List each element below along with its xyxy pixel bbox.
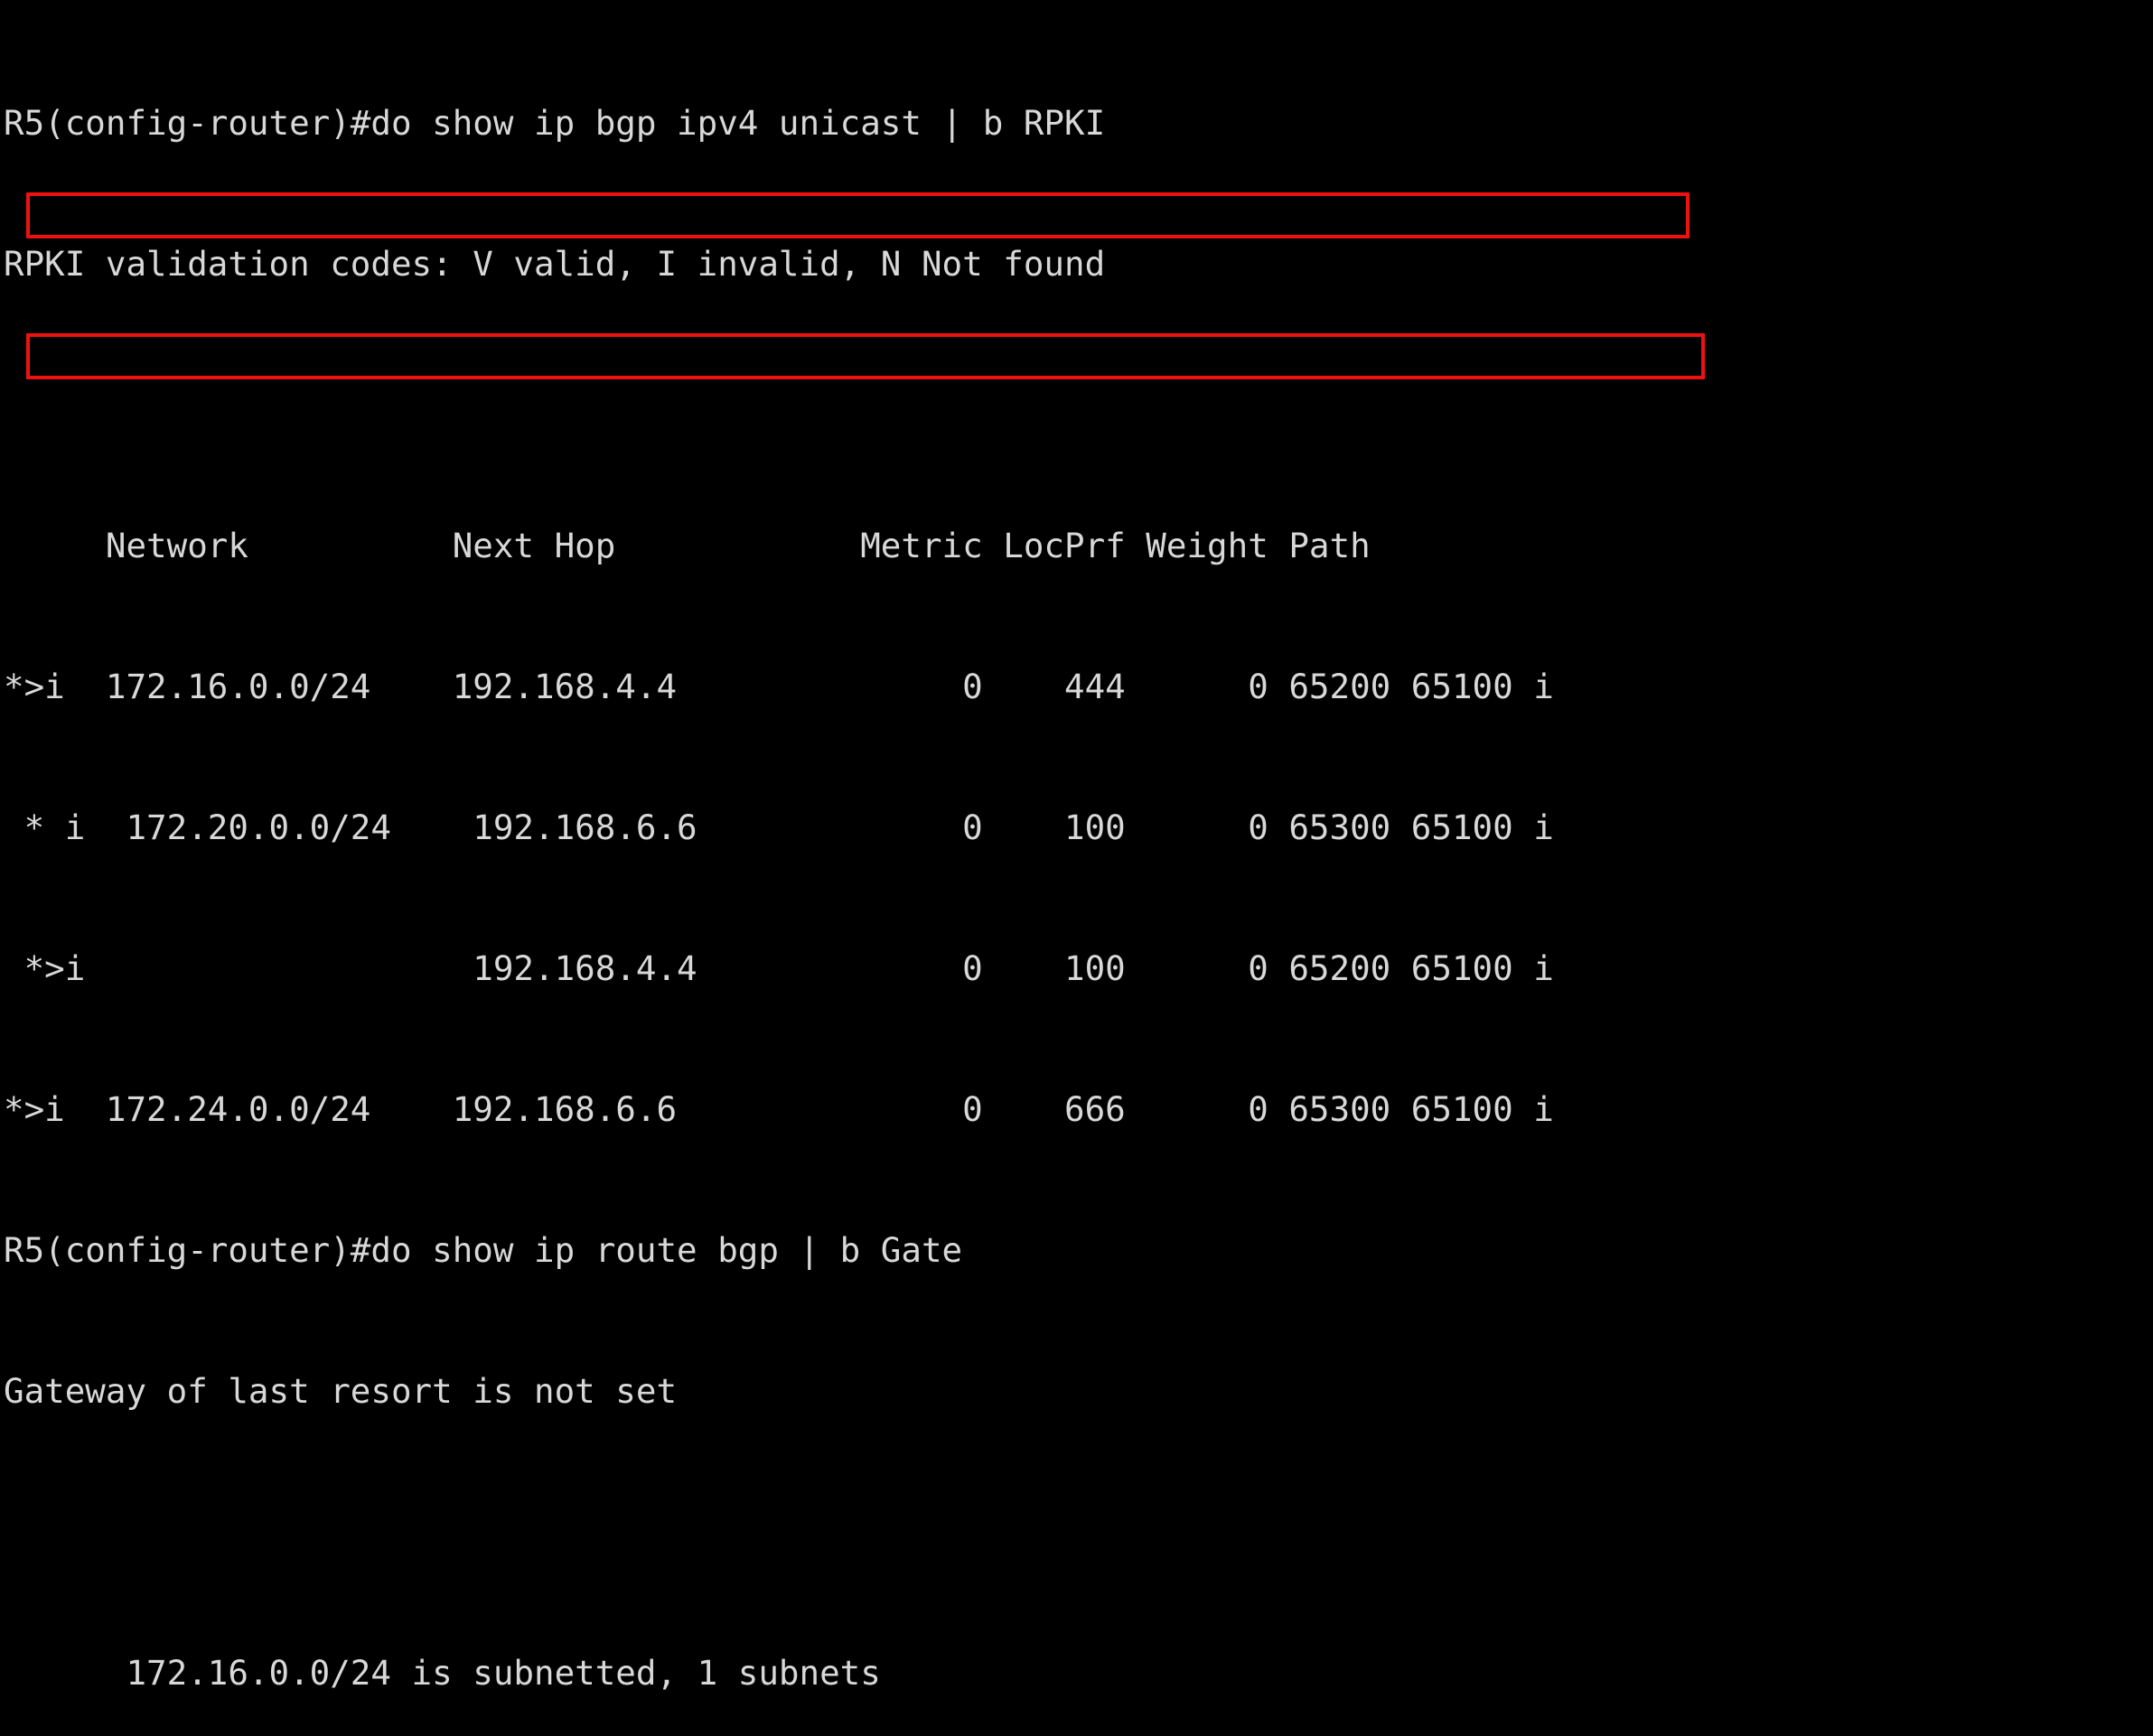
blank-line-1 (4, 381, 1554, 428)
blank-line-2 (4, 1508, 1554, 1555)
rpki-legend-line: RPKI validation codes: V valid, I invali… (4, 244, 1106, 284)
bgp-table-header: Network Next Hop Metric LocPrf Weight Pa… (4, 526, 1371, 565)
gateway-line: Gateway of last resort is not set (4, 1371, 678, 1411)
subnet-header-172-16: 172.16.0.0/24 is subnetted, 1 subnets (4, 1653, 881, 1693)
command-line-bgp: R5(config-router)#do show ip bgp ipv4 un… (4, 103, 1106, 143)
command-line-route: R5(config-router)#do show ip route bgp |… (4, 1230, 963, 1270)
terminal-window[interactable]: R5(config-router)#do show ip bgp ipv4 un… (0, 0, 2153, 1693)
bgp-row-172-16: *>i 172.16.0.0/24 192.168.4.4 0 444 0 65… (4, 667, 1554, 706)
bgp-row-172-24: *>i 172.24.0.0/24 192.168.6.6 0 666 0 65… (4, 1089, 1554, 1129)
bgp-row-172-20-alt-path: *>i 192.168.4.4 0 100 0 65200 65100 i (4, 948, 1554, 988)
terminal-output[interactable]: R5(config-router)#do show ip bgp ipv4 un… (0, 0, 1554, 1736)
bgp-row-172-20: * i 172.20.0.0/24 192.168.6.6 0 100 0 65… (4, 807, 1554, 847)
